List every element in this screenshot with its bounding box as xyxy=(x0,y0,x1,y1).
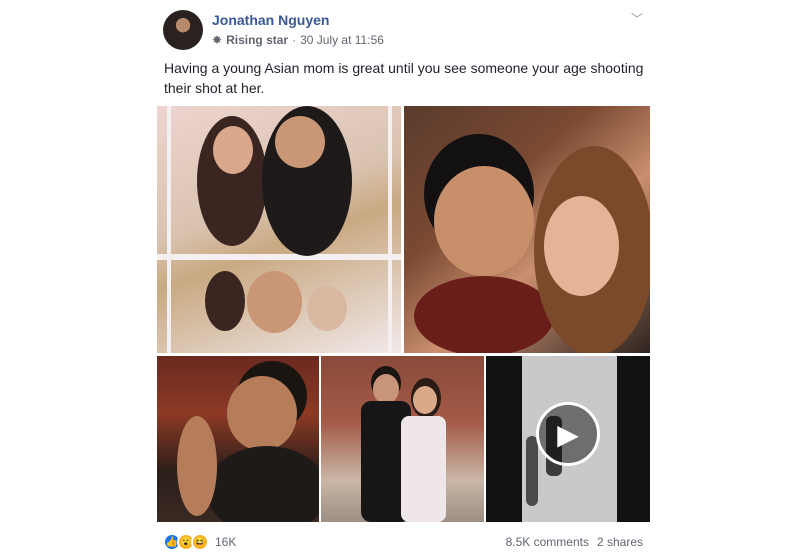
play-icon[interactable]: ▶ xyxy=(536,402,600,466)
chevron-down-icon[interactable]: ﹀ xyxy=(631,10,643,27)
post-caption: Having a young Asian mom is great until … xyxy=(164,60,644,96)
avatar[interactable] xyxy=(163,10,203,50)
drinking-photo[interactable] xyxy=(157,356,319,522)
reaction-count[interactable]: 16K xyxy=(215,535,236,549)
video-thumbnail[interactable]: ▶ xyxy=(486,356,650,522)
engagement-stats: 8.5K comments 2 shares xyxy=(506,535,643,549)
rising-star-icon: ✸ xyxy=(212,33,223,47)
meta-separator: · xyxy=(292,33,297,47)
post-footer: 👍 😮 😆 16K 8.5K comments 2 shares xyxy=(163,532,643,552)
shares-count[interactable]: 2 shares xyxy=(597,535,643,549)
reaction-icons[interactable]: 👍 😮 😆 xyxy=(163,533,209,551)
author-name[interactable]: Jonathan Nguyen xyxy=(212,12,329,28)
facebook-post: Jonathan Nguyen ✸ Rising star · 30 July … xyxy=(155,0,651,560)
post-meta: ✸ Rising star · 30 July at 11:56 xyxy=(212,33,384,47)
comments-count[interactable]: 8.5K comments xyxy=(506,535,589,549)
couple-photo[interactable] xyxy=(321,356,484,522)
author-badge[interactable]: Rising star xyxy=(226,33,288,47)
haha-icon: 😆 xyxy=(191,533,209,551)
post-timestamp[interactable]: 30 July at 11:56 xyxy=(300,33,384,47)
photo-booth-photo[interactable] xyxy=(157,106,401,353)
photo-strip-gap xyxy=(157,254,401,260)
childhood-photo[interactable] xyxy=(404,106,650,353)
